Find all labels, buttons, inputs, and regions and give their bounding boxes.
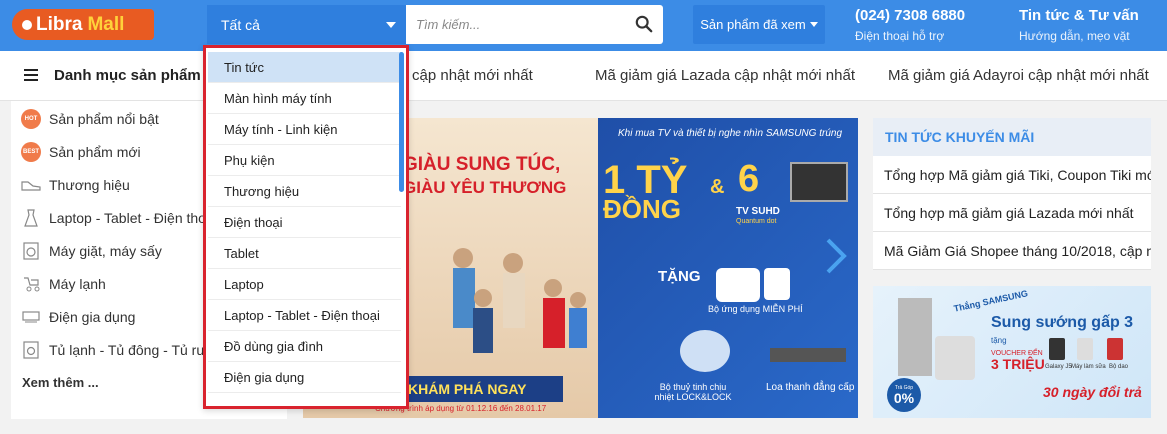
news-subtitle: Hướng dẫn, mẹo vặt [1019,29,1130,43]
promo-link-1[interactable]: cập nhật mới nhất [412,67,533,84]
banner-amp: & [710,176,725,198]
ad-headline: Sung sướng gấp 3 [991,314,1134,331]
chevron-down-icon [386,22,396,28]
logo-text-mall: Mall [87,13,125,35]
dropdown-option-news[interactable]: Tin tức [208,52,401,83]
tv-image [790,162,848,202]
caret-down-icon [809,22,818,27]
banner-app-gift: Bộ ứng dụng MIỄN PHÍ [708,304,803,314]
family-illustration [453,248,587,353]
banner-title-2: GIÀU YÊU THƯƠNG [403,178,567,197]
news-link[interactable]: Tin tức & Tư vấn Hướng dẫn, mẹo vặt [1019,7,1139,43]
best-buy-icon: BEST [21,141,41,162]
header-bar: Libra Mall Tất cả Sản phẩm đã xem (024) … [0,0,1167,51]
promo-news-heading: TIN TỨC KHUYẾN MÃI [873,118,1151,156]
banner-glass-gift: Bộ thuỷ tinh chịu nhiệt LOCK&LOCK [654,382,732,402]
promo-link-adayroi[interactable]: Mã giảm giá Adayroi cập nhật mới nhất [888,67,1149,84]
category-select-value: Tất cả [221,16,260,33]
dropdown-option[interactable]: Laptop [208,269,401,300]
news-item[interactable]: Tổng hợp mã giảm giá Lazada mới nhất [873,194,1151,232]
shoe-icon [21,175,41,195]
ad-product: Bộ dao [1109,364,1129,370]
dropdown-option[interactable]: Phụ kiện [208,145,401,176]
news-item[interactable]: Tổng hợp Mã giảm giá Tiki, Coupon Tiki m… [873,156,1151,194]
search-icon[interactable] [635,15,653,33]
promo-news-box: TIN TỨC KHUYẾN MÃI Tổng hợp Mã giảm giá … [873,118,1151,270]
installment-badge: Trả Góp 0% [887,378,921,412]
search-box [406,5,663,44]
dropdown-option[interactable]: Màn hình máy tính [208,83,401,114]
sidebar-item-label: Tủ lạnh - Tủ đông - Tủ rượu [49,341,223,358]
washer-icon [21,241,41,261]
sidebar-item-label: Điện gia dụng [49,308,136,325]
ad-tag: Thắng SAMSUNG [952,288,1029,314]
banner-gift-label: TẶNG [658,268,701,285]
logo-text-libra: Libra [36,13,83,35]
banner-tv-label: TV SUHD [736,206,780,217]
knife-set-image [1107,338,1123,360]
ad-return-days: 30 ngày đổi trả [1043,384,1142,400]
sidebar-item-label: Sản phẩm mới [49,143,141,160]
sidebar-item-label: Máy giặt, máy sấy [49,242,162,259]
dropdown-option[interactable]: Điện gia dụng [208,362,401,393]
samsung-ad-banner[interactable]: Thắng SAMSUNG Sung sướng gấp 3 tặng VOUC… [873,286,1151,418]
viewed-products-button[interactable]: Sản phẩm đã xem [693,5,825,44]
hotline[interactable]: (024) 7308 6880 Điện thoại hỗ trợ [855,7,965,43]
dress-icon [21,208,41,228]
fridge-icon [21,340,41,360]
air-conditioner-icon [21,307,41,327]
chevron-right-icon[interactable] [823,236,849,276]
dropdown-option[interactable]: Tablet [208,238,401,269]
search-input[interactable] [406,5,621,44]
banner-top-text: Khi mua TV và thiết bị nghe nhìn SAMSUNG… [618,128,842,139]
news-title: Tin tức & Tư vấn [1019,7,1139,24]
news-item[interactable]: Mã Giảm Giá Shopee tháng 10/2018, cập nh… [873,232,1151,270]
hamburger-icon[interactable] [24,69,38,81]
glassware-image [680,330,730,372]
promo-link-lazada[interactable]: Mã giảm giá Lazada cập nhật mới nhất [595,67,855,84]
banner-six: 6 [738,158,760,200]
sidebar-item-label: Laptop - Tablet - Điện thoại [49,209,217,226]
sidebar-item-label: Máy lạnh [49,275,106,292]
stroller-icon [21,274,41,294]
banner-prize-unit: ĐỒNG [603,194,681,224]
logo-dot-icon [22,19,32,30]
category-select[interactable]: Tất cả [207,5,406,44]
fridge-image [898,298,932,376]
banner-title-1: GIÀU SUNG TÚC, [403,154,561,175]
dropdown-option[interactable]: Đồ dùng gia đình [208,331,401,362]
installment-pct: 0% [893,390,915,406]
phone-image [1049,338,1065,360]
banner-samsung-panel: Khi mua TV và thiết bị nghe nhìn SAMSUNG… [598,118,858,418]
milk-maker-image [1077,338,1093,360]
dropdown-option[interactable]: Máy tính - Linh kiện [208,114,401,145]
ad-amount: 3 TRIỆU [991,356,1045,372]
app-gift-image [716,268,760,302]
see-more-link[interactable]: Xem thêm ... [22,375,99,390]
category-menu-title[interactable]: Danh mục sản phẩm [54,67,201,84]
explore-now-button[interactable]: KHÁM PHÁ NGAY [403,376,563,402]
viewed-products-label: Sản phẩm đã xem [700,17,806,32]
sidebar-item-label: Thương hiệu [49,176,130,193]
hotline-number: (024) 7308 6880 [855,7,966,24]
sidebar-item-label: Sản phẩm nổi bật [49,110,159,127]
banner-tv-sub: Quantum dot [736,218,777,225]
logo[interactable]: Libra Mall [12,9,154,40]
dropdown-option[interactable]: Thương hiệu [208,176,401,207]
dropdown-scrollbar[interactable] [399,52,404,192]
dropdown-option[interactable]: Laptop - Tablet - Điện thoại [208,300,401,331]
hot-deal-icon: HOT [21,108,41,129]
soundbar-image [770,348,846,362]
fimplus-gift-image [764,268,790,300]
nav-bar: Danh mục sản phẩm cập nhật mới nhất Mã g… [0,51,1167,101]
ad-product: Galaxy J5 [1045,364,1072,370]
hotline-label: Điện thoại hỗ trợ [855,29,945,43]
ad-gift-label: tặng [991,336,1007,345]
dropdown-option[interactable]: Điện thoại [208,207,401,238]
banner-speaker-gift: Loa thanh đẳng cấp [766,382,855,393]
washer-image [935,336,975,380]
ad-product: Máy làm sữa [1071,364,1106,370]
category-dropdown: Tin tức Màn hình máy tính Máy tính - Lin… [203,45,409,409]
